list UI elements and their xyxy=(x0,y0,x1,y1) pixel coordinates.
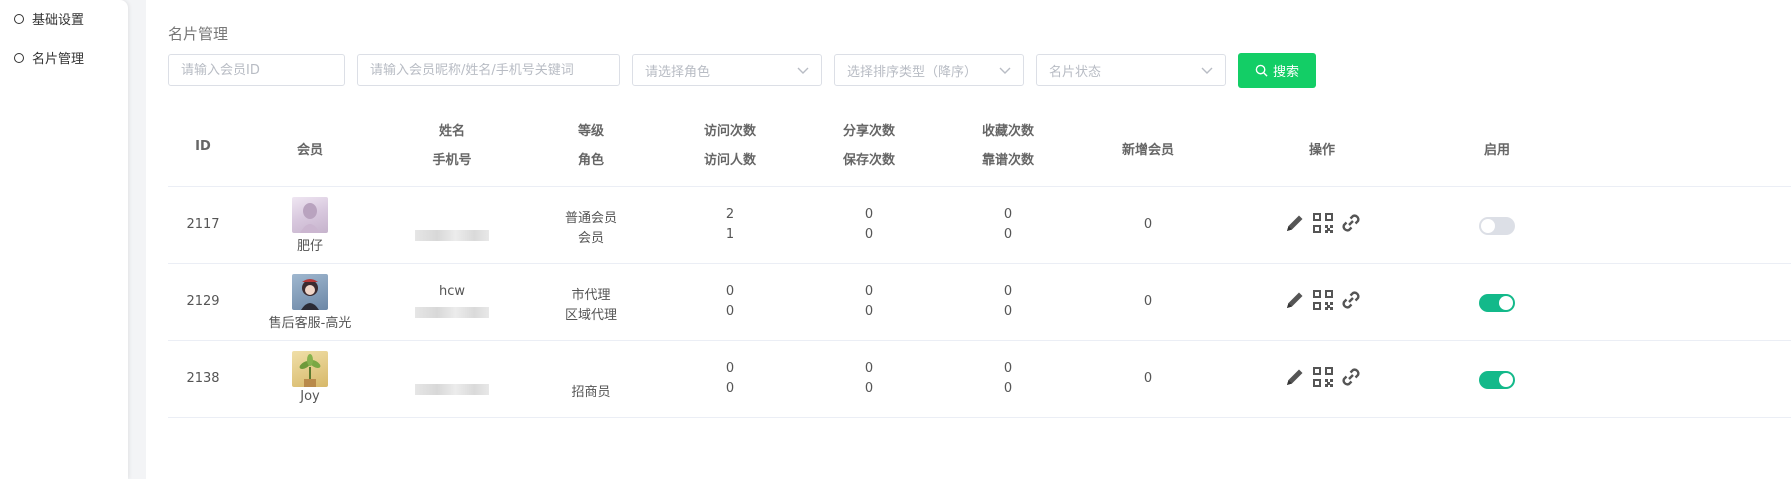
cell-visits: 0 xyxy=(725,361,735,376)
cell-member-name: 肥仔 xyxy=(296,239,324,254)
link-icon[interactable] xyxy=(1340,212,1362,234)
cell-visitors: 1 xyxy=(725,227,735,242)
header-actions: 操作 xyxy=(1308,143,1336,158)
cell-shares: 0 xyxy=(864,284,874,299)
keyword-input-wrap xyxy=(357,54,620,86)
cell-new-members: 0 xyxy=(1143,217,1153,232)
enable-toggle[interactable] xyxy=(1479,217,1515,235)
avatar xyxy=(292,351,328,387)
edit-pencil-icon[interactable] xyxy=(1284,366,1306,388)
avatar xyxy=(292,197,328,233)
role-select[interactable]: 请选择角色 xyxy=(632,54,822,86)
sort-type-select[interactable]: 选择排序类型（降序） xyxy=(834,54,1024,86)
header-reliable: 靠谱次数 xyxy=(981,153,1035,168)
enable-toggle[interactable] xyxy=(1479,294,1515,312)
edit-pencil-icon[interactable] xyxy=(1284,212,1306,234)
header-shares: 分享次数 xyxy=(842,124,896,139)
phone-blurred xyxy=(415,384,489,395)
cell-reliable: 0 xyxy=(1003,304,1013,319)
cell-favorites: 0 xyxy=(1003,361,1013,376)
cell-saves: 0 xyxy=(864,227,874,242)
phone-blurred xyxy=(415,307,489,318)
table-row: 2138 Joy 招商员 0 0 0 0 0 0 0 xyxy=(168,341,1791,418)
table-row: 2117 肥仔 普通会员 会员 2 1 0 0 0 0 0 xyxy=(168,187,1791,264)
role-select-placeholder: 请选择角色 xyxy=(645,64,711,80)
search-button[interactable]: 搜索 xyxy=(1238,53,1316,88)
cell-shares: 0 xyxy=(864,207,874,222)
qrcode-icon[interactable] xyxy=(1312,289,1334,311)
cell-visits: 0 xyxy=(725,284,735,299)
cell-role: 招商员 xyxy=(571,385,611,400)
link-icon[interactable] xyxy=(1340,289,1362,311)
sidebar-item-card-management[interactable]: 名片管理 xyxy=(14,48,84,67)
header-new-members: 新增会员 xyxy=(1121,143,1175,158)
cell-level: 普通会员 xyxy=(564,211,618,226)
cell-reliable: 0 xyxy=(1003,227,1013,242)
cell-id: 2138 xyxy=(186,371,220,386)
qrcode-icon[interactable] xyxy=(1312,366,1334,388)
cell-visitors: 0 xyxy=(725,304,735,319)
phone-blurred xyxy=(415,230,489,241)
cell-role: 区域代理 xyxy=(564,308,618,323)
table-row: 2129 售后客服-高光 hcw 市代理 区域代理 0 0 0 0 0 0 0 xyxy=(168,264,1791,341)
cell-member-name: 售后客服-高光 xyxy=(268,316,352,331)
cell-member-name: Joy xyxy=(300,389,320,404)
header-phone: 手机号 xyxy=(432,153,472,168)
header-enabled: 启用 xyxy=(1483,143,1511,158)
edit-pencil-icon[interactable] xyxy=(1284,289,1306,311)
header-favorites: 收藏次数 xyxy=(981,124,1035,139)
qrcode-icon[interactable] xyxy=(1312,212,1334,234)
cell-id: 2129 xyxy=(186,294,220,309)
cell-saves: 0 xyxy=(864,381,874,396)
search-button-label: 搜索 xyxy=(1272,65,1299,80)
link-icon[interactable] xyxy=(1340,366,1362,388)
sidebar-item-label: 名片管理 xyxy=(32,52,85,67)
chevron-down-icon xyxy=(797,67,809,74)
cell-shares: 0 xyxy=(864,361,874,376)
header-saves: 保存次数 xyxy=(842,153,896,168)
chevron-down-icon xyxy=(1201,67,1213,74)
row-actions xyxy=(1284,212,1362,234)
circle-icon xyxy=(14,13,24,24)
member-id-input-wrap xyxy=(168,54,345,86)
card-table: ID 会员 姓名 手机号 等级 角色 访问次数 访问人数 分享次数 保存次数 收… xyxy=(168,108,1791,418)
cell-role: 会员 xyxy=(577,231,605,246)
cell-favorites: 0 xyxy=(1003,284,1013,299)
member-id-input[interactable] xyxy=(169,62,344,78)
page-title: 名片管理 xyxy=(168,25,229,43)
cell-new-members: 0 xyxy=(1143,371,1153,386)
cell-level: 市代理 xyxy=(571,288,611,303)
card-status-select[interactable]: 名片状态 xyxy=(1036,54,1226,86)
cell-visits: 2 xyxy=(725,207,735,222)
header-member: 会员 xyxy=(296,143,324,158)
cell-visitors: 0 xyxy=(725,381,735,396)
circle-icon xyxy=(14,52,24,63)
cell-name: hcw xyxy=(438,284,466,299)
keyword-input[interactable] xyxy=(358,62,619,78)
search-icon xyxy=(1255,64,1268,77)
cell-new-members: 0 xyxy=(1143,294,1153,309)
card-status-placeholder: 名片状态 xyxy=(1049,64,1102,80)
cell-id: 2117 xyxy=(186,217,220,232)
sort-type-placeholder: 选择排序类型（降序） xyxy=(847,64,978,80)
header-role: 角色 xyxy=(577,153,605,168)
header-name: 姓名 xyxy=(438,124,466,139)
sidebar-item-label: 基础设置 xyxy=(32,13,85,28)
sidebar-item-basic-settings[interactable]: 基础设置 xyxy=(14,9,84,28)
row-actions xyxy=(1284,289,1362,311)
header-visitors: 访问人数 xyxy=(703,153,757,168)
cell-reliable: 0 xyxy=(1003,381,1013,396)
table-header: ID 会员 姓名 手机号 等级 角色 访问次数 访问人数 分享次数 保存次数 收… xyxy=(168,108,1791,187)
enable-toggle[interactable] xyxy=(1479,371,1515,389)
header-visits: 访问次数 xyxy=(703,124,757,139)
cell-favorites: 0 xyxy=(1003,207,1013,222)
header-id: ID xyxy=(195,139,211,154)
cell-saves: 0 xyxy=(864,304,874,319)
avatar xyxy=(292,274,328,310)
sidebar: 基础设置 名片管理 xyxy=(0,0,128,479)
main-content: 名片管理 请选择角色 选择排序类型（降序） 名片状态 搜索 ID 会员 姓名 手… xyxy=(146,0,1791,479)
row-actions xyxy=(1284,366,1362,388)
header-level: 等级 xyxy=(577,124,605,139)
chevron-down-icon xyxy=(999,67,1011,74)
